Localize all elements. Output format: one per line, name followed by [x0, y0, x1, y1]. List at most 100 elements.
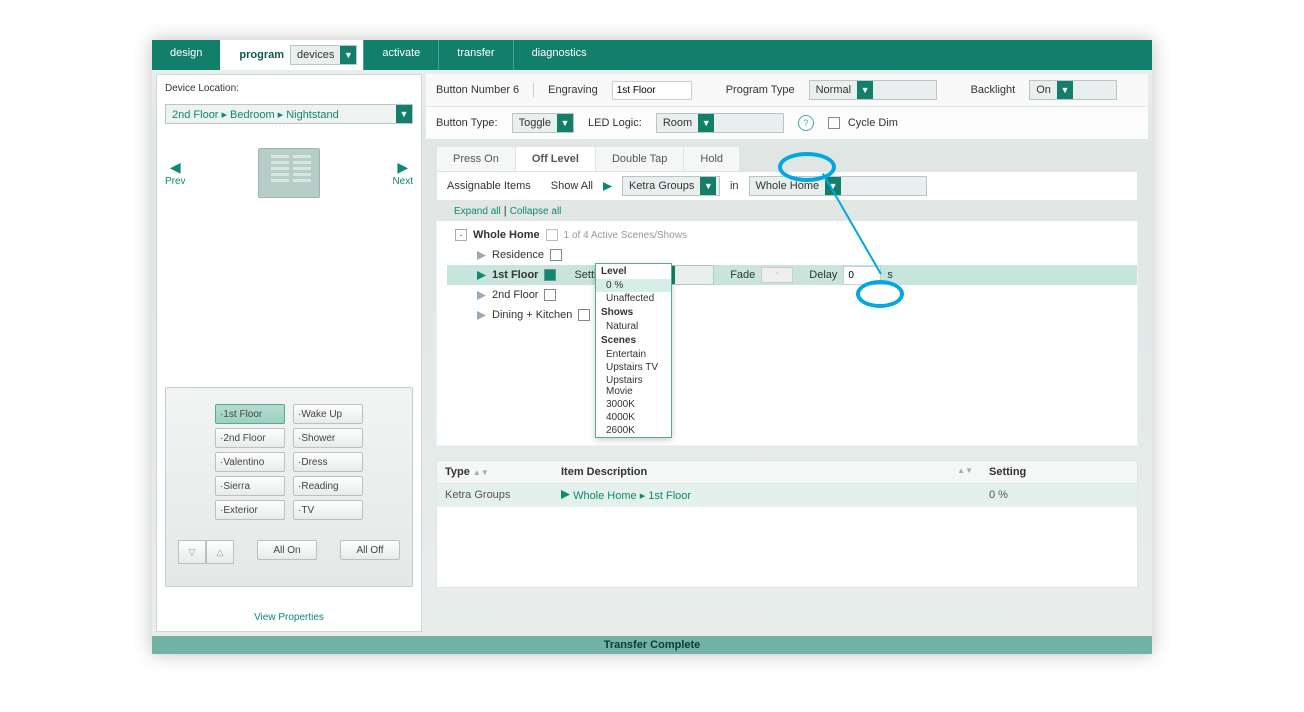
- ketra-groups-select[interactable]: Ketra Groups▼: [622, 176, 720, 196]
- chevron-down-icon: ▼: [700, 177, 716, 195]
- tab-program-label: program: [239, 49, 284, 61]
- tab-diagnostics[interactable]: diagnostics: [513, 40, 605, 70]
- col-description[interactable]: Item Description ▲▼: [553, 461, 981, 483]
- backlight-label: Backlight: [971, 84, 1016, 96]
- checkbox[interactable]: [544, 289, 556, 301]
- crumb-1: Bedroom: [230, 109, 275, 121]
- tree-item-1st-floor[interactable]: 1st Floor: [492, 269, 538, 281]
- tab-transfer[interactable]: transfer: [438, 40, 512, 70]
- popup-option-4000k[interactable]: 4000K: [596, 411, 671, 424]
- ketra-icon: [477, 251, 486, 260]
- keypad-raise-lower[interactable]: ▽ △: [178, 540, 234, 564]
- popup-option-upstairs-tv[interactable]: Upstairs TV: [596, 361, 671, 374]
- cell-type: Ketra Groups: [437, 484, 553, 507]
- lower-icon[interactable]: ▽: [178, 540, 206, 564]
- tab-program[interactable]: program devices ▼: [220, 40, 363, 70]
- keypad-btn-wake-up[interactable]: ·Wake Up: [293, 404, 363, 424]
- prev-device-button[interactable]: ◀Prev: [165, 159, 186, 187]
- arrow-left-icon: ◀: [165, 159, 186, 176]
- status-bar: Transfer Complete: [152, 636, 1152, 654]
- delay-input[interactable]: [843, 266, 881, 285]
- popup-option-unaffected[interactable]: Unaffected: [596, 292, 671, 305]
- tree-root-checkbox[interactable]: [546, 229, 558, 241]
- fade-input[interactable]: -: [761, 267, 793, 283]
- delay-unit: s: [887, 269, 893, 281]
- button-number-label: Button Number 6: [436, 84, 519, 96]
- ketra-icon: [477, 271, 486, 280]
- backlight-select[interactable]: On▼: [1029, 80, 1117, 100]
- popup-option-entertain[interactable]: Entertain: [596, 348, 671, 361]
- checkbox-checked[interactable]: [544, 269, 556, 281]
- assignable-items-label: Assignable Items: [447, 180, 531, 192]
- popup-option-upstairs-movie[interactable]: Upstairs Movie: [596, 374, 671, 398]
- chevron-down-icon: ▼: [1057, 81, 1073, 99]
- button-type-select[interactable]: Toggle▼: [512, 113, 574, 133]
- popup-option-0-percent[interactable]: 0 %: [596, 279, 671, 292]
- keypad-btn-tv[interactable]: ·TV: [293, 500, 363, 520]
- keypad-btn-exterior[interactable]: ·Exterior: [215, 500, 285, 520]
- popup-header-level: Level: [596, 264, 671, 279]
- crumb-2: Nightstand: [286, 109, 339, 121]
- cell-description[interactable]: Whole Home ▸ 1st Floor: [553, 484, 981, 507]
- sort-icon: ▲▼: [473, 468, 489, 477]
- popup-option-3000k[interactable]: 3000K: [596, 398, 671, 411]
- keypad-btn-valentino[interactable]: ·Valentino: [215, 452, 285, 472]
- collapse-icon[interactable]: -: [455, 229, 467, 241]
- popup-option-2600k[interactable]: 2600K: [596, 424, 671, 437]
- col-type[interactable]: Type ▲▼: [437, 461, 553, 483]
- device-thumbnail[interactable]: [258, 148, 320, 198]
- keypad-all-off[interactable]: All Off: [340, 540, 400, 560]
- keypad-btn-1st-floor[interactable]: ·1st Floor: [215, 404, 285, 424]
- tree-item-dining-kitchen[interactable]: Dining + Kitchen: [492, 309, 572, 321]
- engraving-input[interactable]: [612, 81, 692, 100]
- keypad-btn-reading[interactable]: ·Reading: [293, 476, 363, 496]
- tree-item-residence[interactable]: Residence: [492, 249, 544, 261]
- tree-item-2nd-floor[interactable]: 2nd Floor: [492, 289, 538, 301]
- ketra-icon: [603, 182, 612, 191]
- help-icon[interactable]: ?: [798, 115, 814, 131]
- device-location-select[interactable]: 2nd Floor▸Bedroom▸Nightstand ▼: [165, 104, 413, 124]
- in-label: in: [730, 180, 739, 192]
- tab-design[interactable]: design: [152, 40, 220, 70]
- raise-icon[interactable]: △: [206, 540, 234, 564]
- keypad-btn-sierra[interactable]: ·Sierra: [215, 476, 285, 496]
- col-setting[interactable]: Setting: [981, 461, 1137, 483]
- cell-setting: 0 %: [981, 484, 1137, 507]
- top-nav: design program devices ▼ activate transf…: [152, 40, 1152, 70]
- keypad-btn-shower[interactable]: ·Shower: [293, 428, 363, 448]
- engraving-label: Engraving: [548, 84, 598, 96]
- tab-hold[interactable]: Hold: [683, 146, 740, 171]
- collapse-all-link[interactable]: Collapse all: [510, 206, 562, 217]
- tab-off-level[interactable]: Off Level: [515, 146, 596, 171]
- keypad-preview: ·1st Floor ·2nd Floor ·Valentino ·Sierra…: [165, 387, 413, 587]
- device-location-label: Device Location:: [165, 83, 413, 94]
- group-tree: - Whole Home 1 of 4 Active Scenes/Shows …: [436, 221, 1138, 446]
- program-subselect[interactable]: devices ▼: [290, 45, 357, 65]
- location-filter-select[interactable]: Whole Home▼: [749, 176, 927, 196]
- popup-header-scenes: Scenes: [596, 333, 671, 348]
- tab-activate[interactable]: activate: [363, 40, 438, 70]
- popup-option-natural[interactable]: Natural: [596, 320, 671, 333]
- expand-all-link[interactable]: Expand all: [454, 206, 501, 217]
- ketra-icon: [477, 291, 486, 300]
- keypad-all-on[interactable]: All On: [257, 540, 317, 560]
- keypad-btn-dress[interactable]: ·Dress: [293, 452, 363, 472]
- next-device-button[interactable]: ▶Next: [392, 159, 413, 187]
- program-type-select[interactable]: Normal▼: [809, 80, 937, 100]
- tab-double-tap[interactable]: Double Tap: [595, 146, 684, 171]
- program-subselect-value: devices: [297, 49, 334, 61]
- view-properties-link[interactable]: View Properties: [254, 612, 324, 623]
- keypad-btn-2nd-floor[interactable]: ·2nd Floor: [215, 428, 285, 448]
- chevron-down-icon: ▼: [340, 46, 356, 64]
- checkbox[interactable]: [550, 249, 562, 261]
- crumb-0: 2nd Floor: [172, 109, 218, 121]
- assignments-grid: Type ▲▼ Item Description ▲▼ Setting Ketr…: [436, 460, 1138, 588]
- led-logic-label: LED Logic:: [588, 117, 642, 129]
- program-type-label: Program Type: [726, 84, 795, 96]
- led-logic-select[interactable]: Room▼: [656, 113, 784, 133]
- button-type-label: Button Type:: [436, 117, 498, 129]
- show-all-link[interactable]: Show All: [551, 180, 593, 192]
- checkbox[interactable]: [578, 309, 590, 321]
- cycle-dim-checkbox[interactable]: [828, 117, 840, 129]
- tab-press-on[interactable]: Press On: [436, 146, 516, 171]
